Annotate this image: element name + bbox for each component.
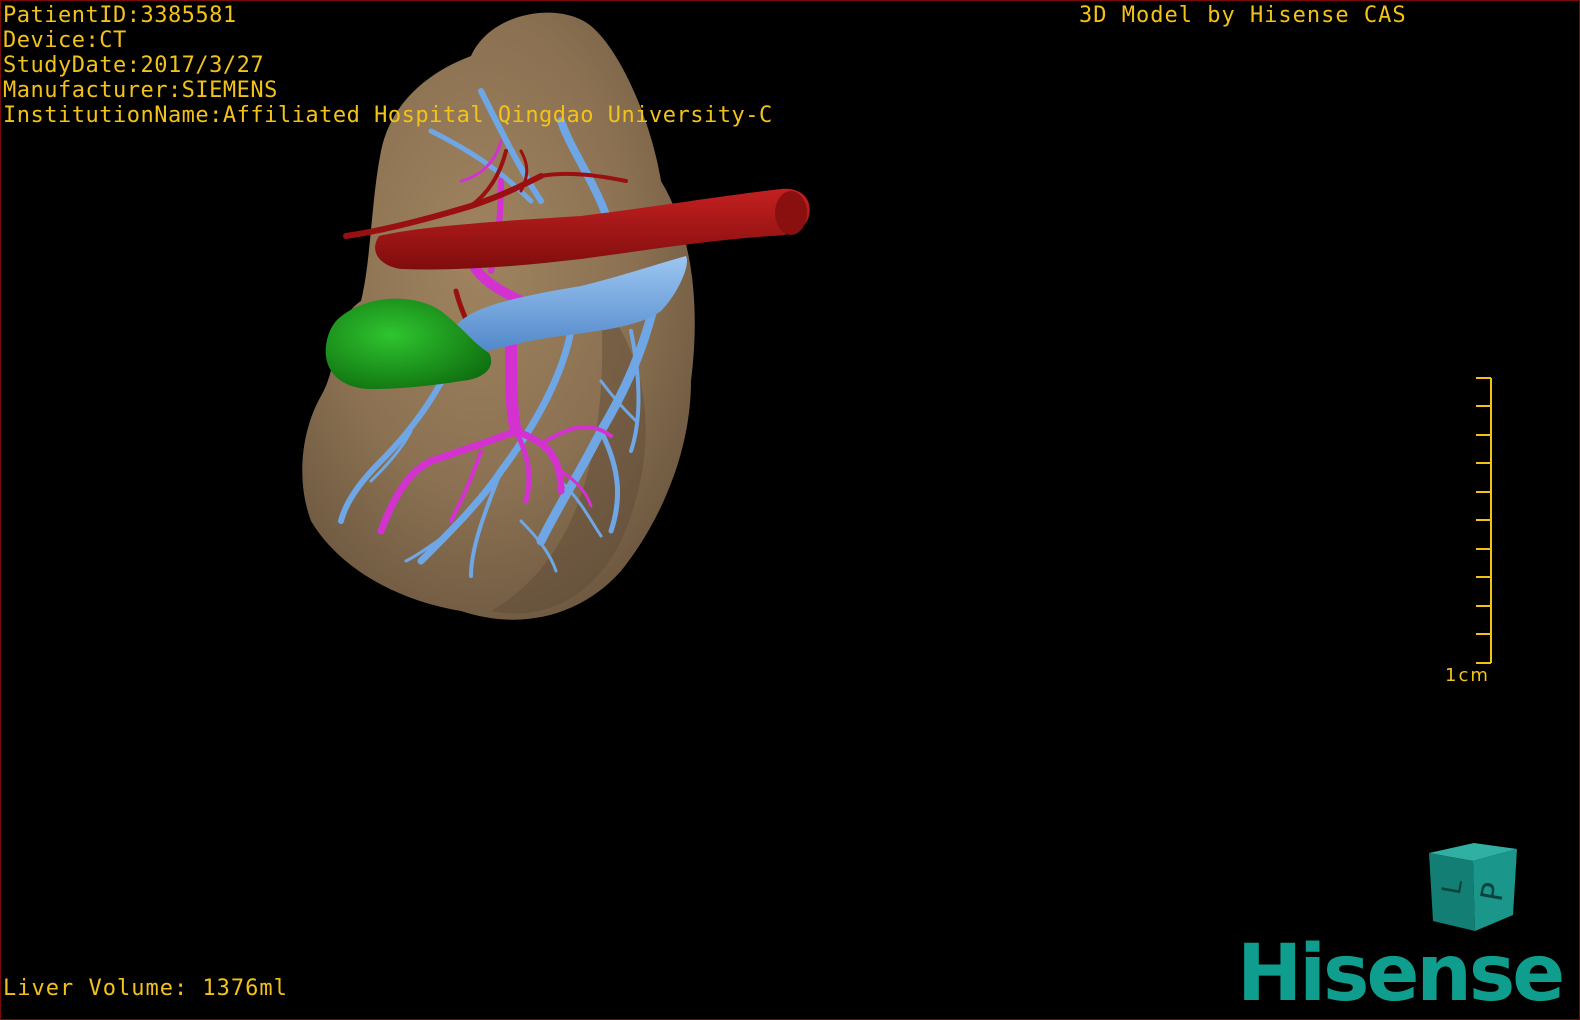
- manufacturer-text: Manufacturer:SIEMENS: [3, 78, 278, 103]
- aorta-end: [775, 191, 807, 235]
- 3d-viewport[interactable]: PatientID:3385581 Device:CT StudyDate:20…: [0, 0, 1580, 1020]
- orientation-cube-icon[interactable]: L P: [1419, 835, 1523, 939]
- hisense-logo: Hisense: [1237, 929, 1565, 1019]
- patient-id-text: PatientID:3385581: [3, 3, 237, 28]
- patient-info-overlay: PatientID:3385581 Device:CT StudyDate:20…: [3, 3, 773, 128]
- liver-3d-model[interactable]: [1, 1, 1580, 1020]
- device-text: Device:CT: [3, 28, 127, 53]
- liver-volume-text: Liver Volume: 1376ml: [3, 976, 288, 1001]
- scale-label: 1cm: [1445, 665, 1490, 686]
- scale-bar: [1476, 377, 1492, 664]
- study-date-text: StudyDate:2017/3/27: [3, 53, 265, 78]
- institution-text: InstitutionName:Affiliated Hospital Qing…: [3, 103, 773, 128]
- model-credit-text: 3D Model by Hisense CAS: [1079, 3, 1407, 28]
